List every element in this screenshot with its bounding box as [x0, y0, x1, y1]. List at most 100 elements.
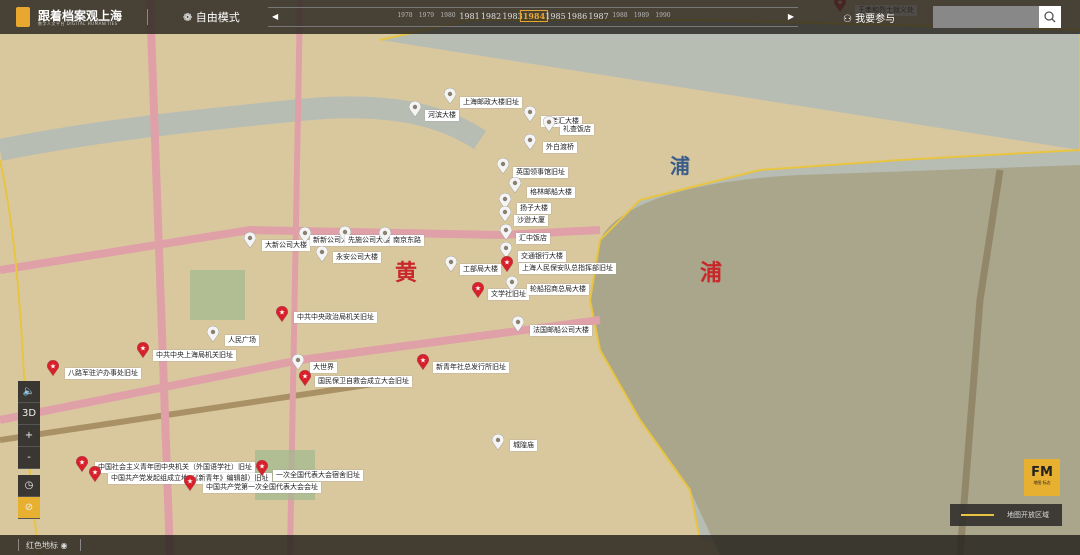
- landmark-pin-icon[interactable]: [316, 246, 328, 262]
- timeline-next-icon[interactable]: ▶: [788, 12, 794, 21]
- zoom-in-button[interactable]: +: [18, 425, 40, 447]
- top-bar: 跟着档案观上海 数字人文平台 DIGITAL HUMANITIES ❁ 自由模式…: [0, 0, 1080, 34]
- timeline-prev-icon[interactable]: ◀: [272, 12, 278, 21]
- timeline-year[interactable]: 1978: [397, 12, 412, 19]
- red-landmark-pin-icon[interactable]: ★: [137, 342, 149, 358]
- timeline-year[interactable]: 1987: [588, 12, 608, 21]
- landmark-label[interactable]: 格林邮船大楼: [527, 187, 575, 198]
- landmark-label[interactable]: 国民保卫自救会成立大会旧址: [315, 376, 412, 387]
- red-landmark-pin-icon[interactable]: ★: [184, 475, 196, 491]
- svg-text:★: ★: [279, 309, 285, 317]
- landmark-pin-icon[interactable]: [409, 101, 421, 117]
- svg-text:★: ★: [92, 469, 98, 477]
- red-landmark-pin-icon[interactable]: ★: [256, 460, 268, 476]
- map-label-huang: 黄: [395, 261, 418, 286]
- timeline-year[interactable]: 1982: [481, 12, 501, 21]
- landmark-label[interactable]: 大世界: [310, 362, 337, 373]
- 3d-button[interactable]: 3D: [18, 403, 40, 425]
- landmark-label[interactable]: 中共中央上海局机关旧址: [153, 350, 236, 361]
- bottom-bar: 红色地标 ◉: [0, 535, 1080, 555]
- landmark-label[interactable]: 沙逊大厦: [514, 215, 548, 226]
- year-timeline[interactable]: ◀ 1978 1979 1980 1981 1982 1983 1984 1985 1986 19…: [268, 7, 798, 27]
- red-landmark-pin-icon[interactable]: ★: [417, 354, 429, 370]
- landmark-label[interactable]: 英国领事馆旧址: [513, 167, 568, 178]
- zoom-out-button[interactable]: -: [18, 447, 40, 469]
- landmark-label[interactable]: 礼查饭店: [560, 124, 594, 135]
- history-button[interactable]: ◷: [18, 475, 40, 497]
- landmark-pin-icon[interactable]: [524, 134, 536, 150]
- red-landmark-pin-icon[interactable]: ★: [47, 360, 59, 376]
- landmark-label[interactable]: 上海邮政大楼旧址: [460, 97, 522, 108]
- landmark-label[interactable]: 城隍庙: [510, 440, 537, 451]
- landmark-label[interactable]: 汇中饭店: [516, 233, 550, 244]
- landmark-pin-icon[interactable]: [445, 256, 457, 272]
- landmark-label[interactable]: 扬子大楼: [517, 203, 551, 214]
- landmark-label[interactable]: 南京东路: [390, 235, 424, 246]
- landmark-pin-icon[interactable]: [444, 88, 456, 104]
- landmark-pin-icon[interactable]: [509, 177, 521, 193]
- search-input[interactable]: [933, 6, 1039, 28]
- landmark-label[interactable]: 外白渡桥: [543, 142, 577, 153]
- landmark-label[interactable]: 法国邮船公司大楼: [530, 325, 592, 336]
- landmark-label[interactable]: 工部局大楼: [460, 264, 501, 275]
- timeline-year[interactable]: 1981: [459, 12, 479, 21]
- search-button[interactable]: [1039, 6, 1061, 28]
- participate-button[interactable]: ⚇ 我要参与: [843, 10, 895, 25]
- landmark-pin-icon[interactable]: [512, 316, 524, 332]
- svg-text:★: ★: [79, 459, 85, 467]
- landmark-label[interactable]: 轮船招商总局大楼: [527, 284, 589, 295]
- landmark-pin-icon[interactable]: [524, 106, 536, 122]
- landmark-label[interactable]: 河滨大楼: [425, 110, 459, 121]
- landmark-label[interactable]: 永安公司大楼: [333, 252, 381, 263]
- red-landmark-pin-icon[interactable]: ★: [89, 466, 101, 482]
- people-icon: ⚇: [843, 14, 852, 25]
- landmark-label[interactable]: 上海人民保安队总指挥部旧址: [519, 263, 616, 274]
- search-box[interactable]: [933, 6, 1061, 28]
- red-landmark-pin-icon[interactable]: ★: [299, 370, 311, 386]
- timeline-year[interactable]: 1980: [440, 12, 455, 19]
- red-landmark-pin-icon[interactable]: ★: [472, 282, 484, 298]
- timeline-year[interactable]: 1986: [567, 12, 587, 21]
- red-landmark-pin-icon[interactable]: ★: [76, 456, 88, 472]
- landmark-pin-icon[interactable]: [499, 206, 511, 222]
- svg-text:★: ★: [187, 478, 193, 486]
- red-landmark-pin-icon[interactable]: ★: [276, 306, 288, 322]
- svg-text:★: ★: [50, 363, 56, 371]
- fm-mark: FM: [1031, 465, 1053, 480]
- landmark-label[interactable]: 交通银行大楼: [518, 251, 566, 262]
- timeline-year[interactable]: 1985: [545, 12, 565, 21]
- svg-text:★: ★: [475, 285, 481, 293]
- red-landmarks-toggle[interactable]: 红色地标 ◉: [26, 540, 68, 551]
- legend-line: [961, 514, 994, 516]
- landmark-label[interactable]: 中国共产党第一次全国代表大会会址: [203, 482, 321, 493]
- timeline-year[interactable]: 1984: [519, 10, 549, 22]
- legend-label: 地图开放区域: [1007, 511, 1049, 519]
- landmark-pin-icon[interactable]: [207, 326, 219, 342]
- sound-button[interactable]: 🔈: [18, 381, 40, 403]
- timeline-year[interactable]: 1989: [634, 12, 649, 19]
- landmark-label[interactable]: 中共中央政治局机关旧址: [294, 312, 377, 323]
- red-landmark-pin-icon[interactable]: ★: [501, 256, 513, 272]
- timeline-year[interactable]: 1990: [655, 12, 670, 19]
- landmark-pin-icon[interactable]: [500, 224, 512, 240]
- landmark-pin-icon[interactable]: [497, 158, 509, 174]
- map-controls: 🔈 3D + - ◷ ⊘: [18, 381, 40, 519]
- landmark-pin-icon[interactable]: [244, 232, 256, 248]
- fm-sub: 地图 标志: [1033, 480, 1051, 485]
- landmark-pin-icon[interactable]: [543, 116, 555, 132]
- compass-button[interactable]: ⊘: [18, 497, 40, 519]
- landmark-label[interactable]: 新青年社总发行所旧址: [433, 362, 509, 373]
- landmark-pin-icon[interactable]: [506, 276, 518, 292]
- free-mode-button[interactable]: ❁ 自由模式: [183, 9, 240, 25]
- landmark-label[interactable]: 中国社会主义青年团中央机关（外国语学社）旧址: [95, 462, 255, 473]
- timeline-year[interactable]: 1988: [612, 12, 627, 19]
- landmark-label[interactable]: 八路军驻沪办事处旧址: [65, 368, 141, 379]
- landmark-pin-icon[interactable]: [492, 434, 504, 450]
- landmark-label[interactable]: 人民广场: [225, 335, 259, 346]
- landmark-label[interactable]: 一次全国代表大会宿舍旧址: [273, 470, 363, 481]
- compass-icon: ⊘: [24, 502, 34, 513]
- svg-text:★: ★: [140, 345, 146, 353]
- svg-text:★: ★: [504, 259, 510, 267]
- landmark-pin-icon[interactable]: [292, 354, 304, 370]
- timeline-year[interactable]: 1979: [419, 12, 434, 19]
